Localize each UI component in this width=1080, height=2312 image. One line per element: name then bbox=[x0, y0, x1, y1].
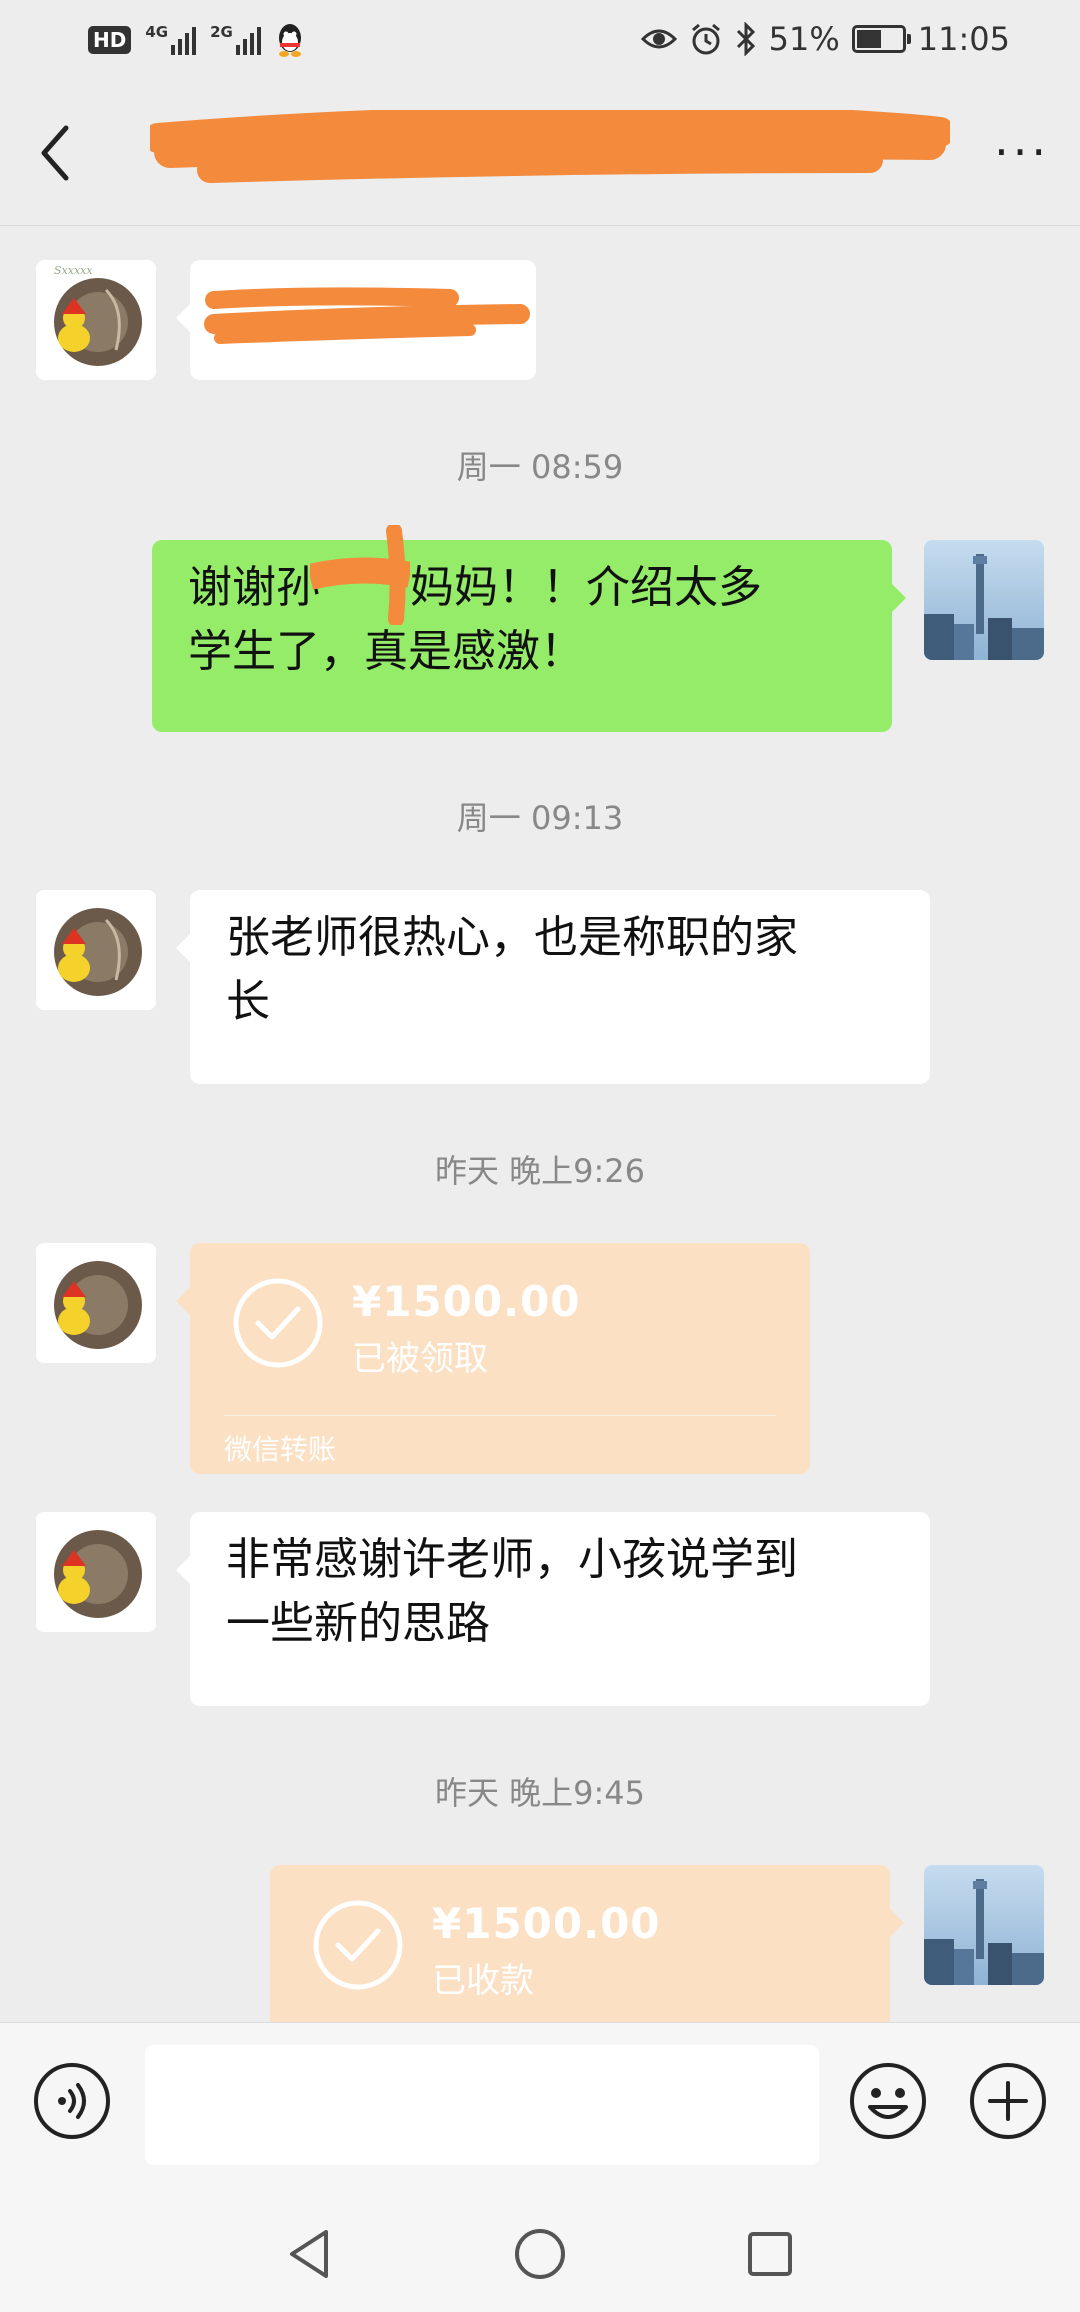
clock: 11:05 bbox=[917, 20, 1010, 58]
redaction-scribble bbox=[204, 287, 530, 344]
status-left: HD 4G 2G bbox=[88, 22, 305, 58]
message-text-line2: 长 bbox=[226, 976, 270, 1027]
contact-avatar[interactable] bbox=[36, 1243, 156, 1363]
contact-avatar[interactable] bbox=[36, 1512, 156, 1632]
timestamp: 周一 09:13 bbox=[456, 799, 624, 837]
emoji-icon[interactable] bbox=[848, 2061, 928, 2141]
my-avatar[interactable] bbox=[924, 1865, 1044, 1985]
chat-header: ··· bbox=[0, 80, 1080, 226]
transfer-card-sent[interactable]: ¥1500.00 已收款 bbox=[270, 1865, 904, 2025]
nav-back-icon[interactable] bbox=[280, 2224, 340, 2284]
message-text-line1: 张老师很热心，也是称职的家 bbox=[226, 912, 798, 963]
status-right: 51% 11:05 bbox=[640, 20, 1010, 58]
transfer-footer: 微信转账 bbox=[224, 1433, 337, 1466]
transfer-amount: ¥1500.00 bbox=[352, 1277, 581, 1326]
signal-2g-icon: 2G bbox=[210, 23, 261, 57]
name-redaction bbox=[310, 525, 410, 625]
plus-icon[interactable] bbox=[968, 2061, 1048, 2141]
timestamp: 昨天 晚上9:45 bbox=[434, 1774, 646, 1812]
transfer-amount: ¥1500.00 bbox=[432, 1899, 661, 1948]
alarm-icon bbox=[691, 23, 720, 55]
transfer-card-received[interactable]: ¥1500.00 已被领取 微信转账 bbox=[176, 1243, 810, 1474]
status-bar: HD 4G 2G 51% 11:05 bbox=[0, 0, 1080, 80]
battery-icon bbox=[851, 25, 911, 53]
check-circle-icon bbox=[233, 1278, 323, 1368]
voice-icon[interactable] bbox=[32, 2061, 112, 2141]
timestamp: 昨天 晚上9:26 bbox=[434, 1152, 646, 1190]
signal-4g-icon: 4G bbox=[145, 23, 197, 57]
contact-avatar[interactable] bbox=[36, 890, 156, 1010]
svg-text:Sxxxxx: Sxxxxx bbox=[54, 264, 93, 277]
eye-icon bbox=[640, 29, 677, 49]
transfer-status: 已被领取 bbox=[352, 1339, 488, 1379]
message-input[interactable] bbox=[145, 2045, 819, 2165]
message-text-line2: 学生了，真是感激！ bbox=[188, 626, 584, 677]
input-bar bbox=[0, 2022, 1080, 2183]
message-text-line1: 谢谢孙 妈妈！！介绍太多 bbox=[188, 525, 856, 625]
chat-title-redacted bbox=[150, 110, 950, 183]
chevron-left-icon[interactable] bbox=[28, 118, 88, 188]
message-bubble-sent[interactable]: 谢谢孙 妈妈！！介绍太多 学生了，真是感激！ bbox=[152, 525, 906, 732]
message-bubble-redacted[interactable] bbox=[176, 260, 536, 380]
nav-recents-icon[interactable] bbox=[740, 2224, 800, 2284]
hd-icon: HD bbox=[88, 26, 132, 54]
message-bubble-received[interactable]: 张老师很热心，也是称职的家 长 bbox=[176, 890, 930, 1084]
my-avatar[interactable] bbox=[924, 540, 1044, 660]
message-text-line2: 一些新的思路 bbox=[226, 1598, 490, 1649]
transfer-status: 已收款 bbox=[432, 1961, 534, 2001]
message-text-line1: 非常感谢许老师，小孩说学到 bbox=[226, 1534, 798, 1585]
qq-icon bbox=[278, 24, 301, 57]
battery-percent: 51% bbox=[768, 20, 840, 58]
message-bubble-received[interactable]: 非常感谢许老师，小孩说学到 一些新的思路 bbox=[176, 1512, 930, 1706]
more-options-button[interactable]: ··· bbox=[994, 125, 1050, 179]
nav-home-icon[interactable] bbox=[510, 2224, 570, 2284]
contact-avatar[interactable]: Sxxxxx bbox=[36, 260, 156, 380]
timestamp: 周一 08:59 bbox=[456, 448, 624, 486]
check-circle-icon bbox=[313, 1900, 403, 1990]
bluetooth-icon bbox=[736, 22, 755, 56]
system-nav-bar bbox=[0, 2182, 1080, 2312]
divider bbox=[224, 1415, 776, 1416]
